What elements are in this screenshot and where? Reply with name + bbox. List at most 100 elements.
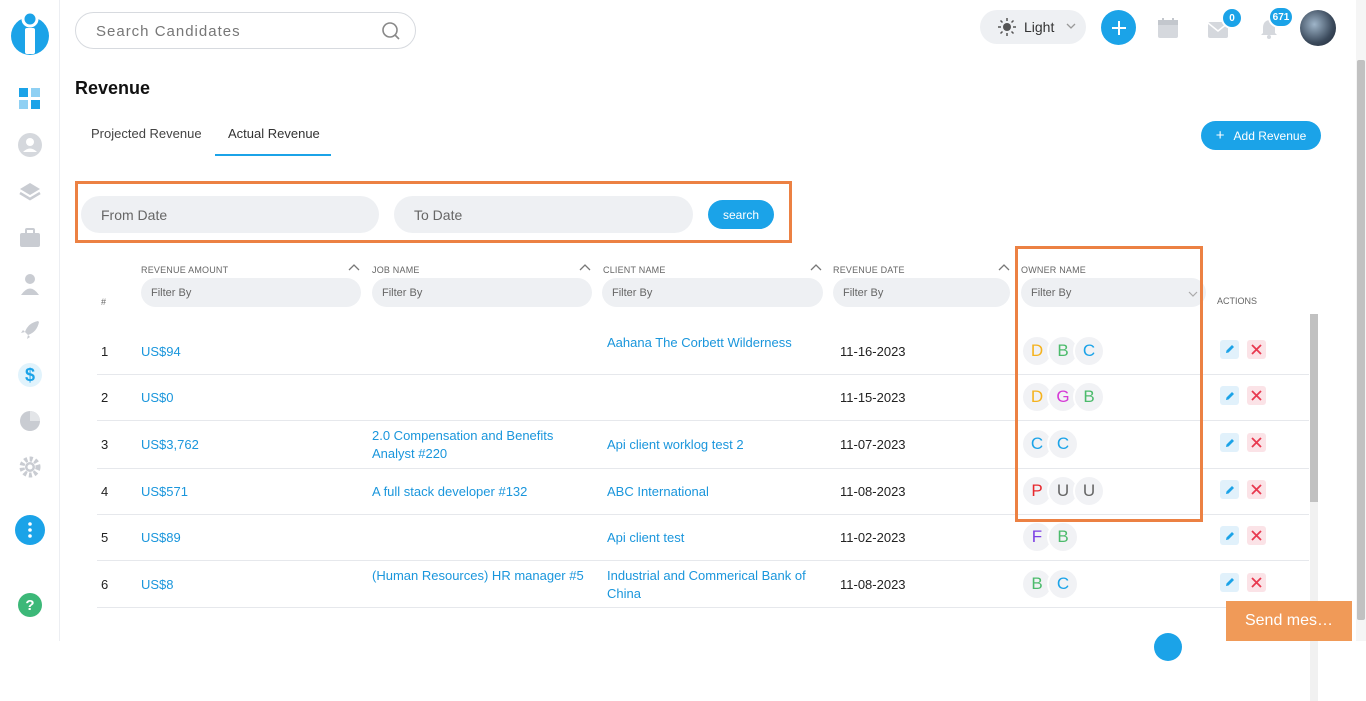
- user-avatar[interactable]: [1300, 10, 1336, 46]
- sort-up-icon[interactable]: [998, 263, 1010, 271]
- row-number: 2: [101, 389, 108, 407]
- tab-projected-revenue[interactable]: Projected Revenue: [91, 126, 202, 141]
- revenue-dollar-icon[interactable]: $: [17, 362, 43, 388]
- revenue-date: 11-08-2023: [840, 483, 906, 501]
- client-name-link[interactable]: Api client test: [607, 529, 822, 547]
- page-title: Revenue: [75, 78, 150, 99]
- dashboard-icon[interactable]: [17, 86, 43, 112]
- owner-avatar[interactable]: C: [1047, 568, 1079, 600]
- edit-button[interactable]: [1220, 480, 1239, 499]
- top-bar: Light 0 671: [60, 0, 1366, 60]
- client-name-link[interactable]: Api client worklog test 2: [607, 436, 822, 454]
- revenue-amount-link[interactable]: US$8: [141, 576, 174, 594]
- delete-button[interactable]: [1247, 480, 1266, 499]
- recruiter-icon[interactable]: [17, 271, 43, 297]
- add-revenue-button[interactable]: + Add Revenue: [1201, 121, 1321, 150]
- edit-button[interactable]: [1220, 573, 1239, 592]
- sort-up-icon[interactable]: [579, 263, 591, 271]
- close-icon: [1251, 484, 1262, 495]
- pencil-icon: [1224, 576, 1236, 588]
- add-revenue-label: Add Revenue: [1234, 129, 1307, 143]
- revenue-amount-header[interactable]: REVENUE AMOUNT: [141, 265, 228, 275]
- date-search-button[interactable]: search: [708, 200, 774, 229]
- revenue-date: 11-07-2023: [840, 436, 906, 454]
- edit-button[interactable]: [1220, 433, 1239, 452]
- search-input[interactable]: [96, 21, 376, 41]
- owner-avatar[interactable]: C: [1047, 428, 1079, 460]
- owner-avatar[interactable]: C: [1073, 335, 1105, 367]
- row-number-header: #: [101, 297, 106, 307]
- pencil-icon: [1224, 343, 1236, 355]
- close-icon: [1251, 437, 1262, 448]
- scroll-top-button[interactable]: [1154, 633, 1182, 661]
- revenue-date: 11-15-2023: [840, 389, 906, 407]
- edit-button[interactable]: [1220, 386, 1239, 405]
- revenue-amount-link[interactable]: US$89: [141, 529, 181, 547]
- client-name-link[interactable]: ABC International: [607, 483, 822, 501]
- revenue-amount-link[interactable]: US$571: [141, 483, 188, 501]
- revenue-amount-link[interactable]: US$94: [141, 343, 181, 361]
- edit-button[interactable]: [1220, 526, 1239, 545]
- owner-avatar[interactable]: B: [1047, 521, 1079, 553]
- plus-icon: +: [1216, 127, 1225, 144]
- more-menu-icon[interactable]: [15, 515, 45, 545]
- revenue-amount-filter[interactable]: [141, 278, 361, 307]
- delete-button[interactable]: [1247, 526, 1266, 545]
- layers-icon[interactable]: [17, 179, 43, 205]
- notifications-badge: 671: [1268, 6, 1294, 28]
- svg-text:?: ?: [25, 597, 34, 614]
- owner-avatar[interactable]: B: [1073, 381, 1105, 413]
- pie-chart-icon[interactable]: [17, 408, 43, 434]
- sort-up-icon[interactable]: [348, 263, 360, 271]
- calendar-icon[interactable]: [1157, 17, 1179, 39]
- job-name-header[interactable]: JOB NAME: [372, 265, 420, 275]
- briefcase-icon[interactable]: [17, 225, 43, 251]
- owner-avatars: PUU: [1021, 475, 1099, 507]
- job-name-filter[interactable]: [372, 278, 592, 307]
- owner-name-header[interactable]: OWNER NAME: [1021, 265, 1086, 275]
- help-icon[interactable]: ?: [17, 592, 43, 618]
- pencil-icon: [1224, 437, 1236, 449]
- row-number: 3: [101, 436, 108, 454]
- revenue-date-filter[interactable]: [833, 278, 1010, 307]
- theme-toggle[interactable]: Light: [980, 10, 1086, 44]
- delete-button[interactable]: [1247, 340, 1266, 359]
- from-date-input[interactable]: [81, 196, 379, 233]
- tab-actual-revenue[interactable]: Actual Revenue: [228, 126, 320, 141]
- close-icon: [1251, 344, 1262, 355]
- client-name-filter[interactable]: [602, 278, 823, 307]
- page-scrollbar-thumb[interactable]: [1357, 60, 1365, 620]
- edit-button[interactable]: [1220, 340, 1239, 359]
- rocket-icon[interactable]: [17, 317, 43, 343]
- delete-button[interactable]: [1247, 573, 1266, 592]
- sun-icon: [998, 18, 1016, 36]
- candidate-search[interactable]: [75, 12, 416, 49]
- to-date-input[interactable]: [394, 196, 693, 233]
- delete-button[interactable]: [1247, 433, 1266, 452]
- table-row: 5US$89Api client test11-02-2023FB: [97, 515, 1309, 561]
- send-message-button[interactable]: Send mes…: [1226, 601, 1352, 641]
- sidebar: $ ?: [0, 0, 60, 641]
- owner-avatar[interactable]: U: [1073, 475, 1105, 507]
- user-profile-icon[interactable]: [17, 132, 43, 158]
- app-logo[interactable]: [10, 10, 50, 56]
- table-row: 2 US$0 11-15-2023 DGB: [97, 375, 1309, 421]
- client-name-link[interactable]: Aahana The Corbett Wilderness: [607, 334, 822, 352]
- quick-add-button[interactable]: [1101, 10, 1136, 45]
- job-name-link[interactable]: A full stack developer #132: [372, 483, 587, 501]
- revenue-amount-link[interactable]: US$3,762: [141, 436, 199, 454]
- settings-gear-icon[interactable]: [17, 454, 43, 480]
- job-name-link[interactable]: (Human Resources) HR manager #5: [372, 567, 587, 585]
- job-name-link[interactable]: 2.0 Compensation and Benefits Analyst #2…: [372, 427, 587, 463]
- client-name-header[interactable]: CLIENT NAME: [603, 265, 666, 275]
- revenue-date: 11-16-2023: [840, 343, 906, 361]
- owner-name-filter[interactable]: [1021, 278, 1206, 307]
- revenue-amount-link[interactable]: US$0: [141, 389, 174, 407]
- owner-avatars: DGB: [1021, 381, 1099, 413]
- delete-button[interactable]: [1247, 386, 1266, 405]
- revenue-date-header[interactable]: REVENUE DATE: [833, 265, 905, 275]
- search-icon[interactable]: [381, 21, 401, 41]
- sort-up-icon[interactable]: [810, 263, 822, 271]
- table-scrollbar-thumb[interactable]: [1310, 314, 1318, 502]
- client-name-link[interactable]: Industrial and Commerical Bank of China: [607, 567, 822, 603]
